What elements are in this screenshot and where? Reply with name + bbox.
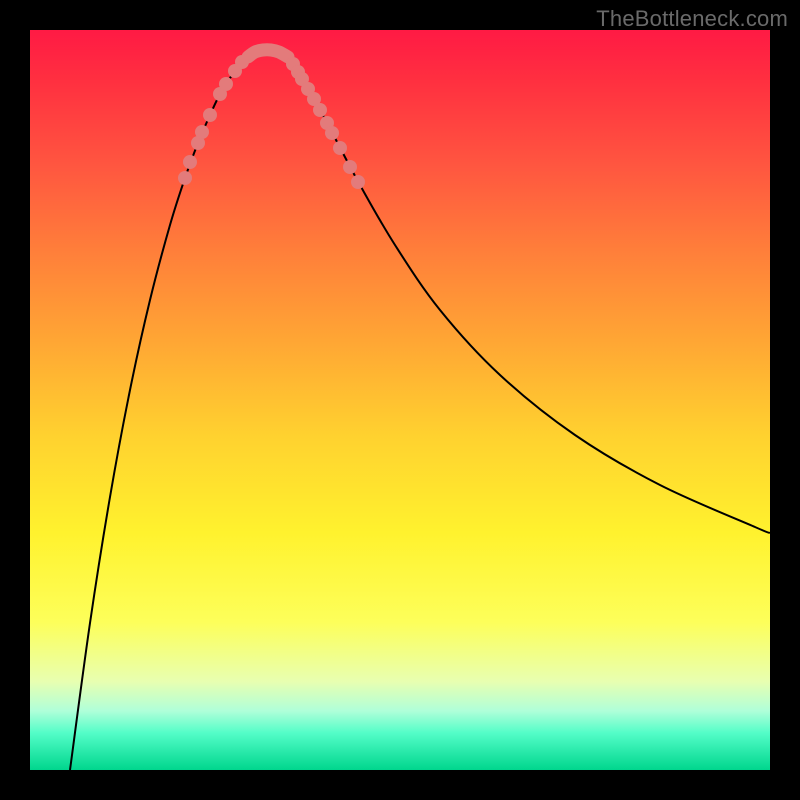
- data-dot: [195, 125, 209, 139]
- data-dot: [178, 171, 192, 185]
- data-dot: [219, 77, 233, 91]
- curve-left-branch: [70, 57, 248, 770]
- data-dot: [343, 160, 357, 174]
- data-dot: [183, 155, 197, 169]
- watermark-text: TheBottleneck.com: [596, 6, 788, 32]
- data-dot: [333, 141, 347, 155]
- bottleneck-curve-chart: [30, 30, 770, 770]
- curve-trough-highlight: [248, 50, 288, 57]
- data-dot: [351, 175, 365, 189]
- chart-area: [30, 30, 770, 770]
- dots-left-cluster: [178, 55, 249, 185]
- data-dot: [203, 108, 217, 122]
- data-dot: [313, 103, 327, 117]
- data-dot: [235, 55, 249, 69]
- curve-right-branch: [288, 57, 770, 533]
- data-dot: [325, 126, 339, 140]
- dots-right-cluster: [286, 57, 365, 189]
